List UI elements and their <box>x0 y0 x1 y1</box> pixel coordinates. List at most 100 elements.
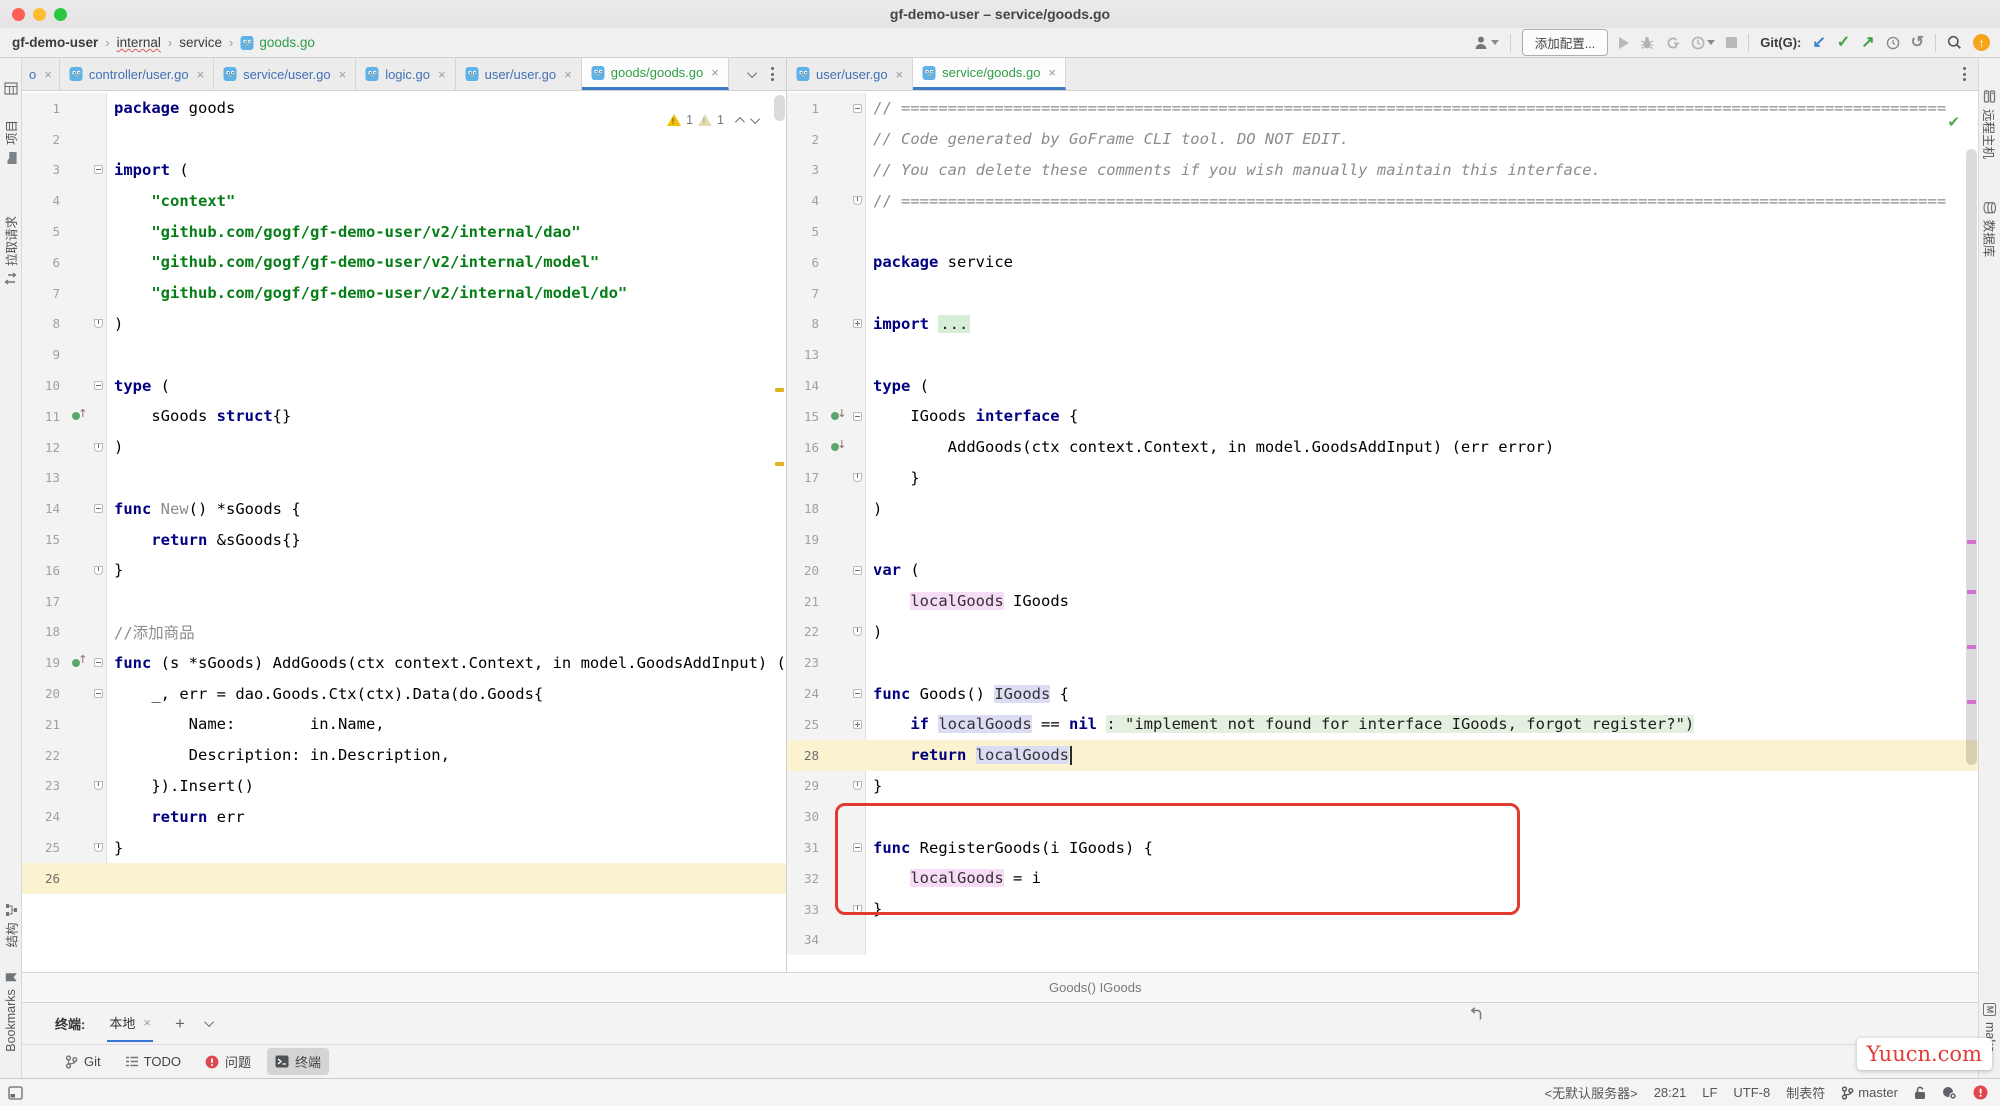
rollback-icon[interactable]: ↺ <box>1911 34 1924 51</box>
chevron-down-icon[interactable] <box>204 1017 214 1028</box>
code-text[interactable]: ) <box>107 315 786 333</box>
code-text[interactable]: sGoods struct{} <box>107 407 786 425</box>
fold-marker[interactable] <box>852 411 862 421</box>
code-line[interactable]: 15 ↓ IGoods interface { <box>787 400 1978 432</box>
git-commit-icon[interactable]: ✓ <box>1837 34 1850 51</box>
left-editor[interactable]: 1 package goods 2 3 import (4 "context" 5 "gi… <box>22 91 787 972</box>
code-line[interactable]: 22) <box>787 616 1978 648</box>
status-server[interactable]: <无默认服务器> <box>1545 1083 1638 1102</box>
code-line[interactable]: 17 } <box>787 462 1978 494</box>
changed-line-mark[interactable] <box>1967 700 1976 704</box>
line-number[interactable]: 20 <box>22 678 68 709</box>
code-line[interactable]: 26 <box>22 862 786 894</box>
fold-marker[interactable] <box>852 781 862 791</box>
code-line[interactable]: 23 <box>787 647 1978 679</box>
fold-marker[interactable] <box>852 319 862 329</box>
run-config-button[interactable]: 添加配置... <box>1521 29 1609 56</box>
line-number[interactable]: 15 <box>22 524 68 555</box>
line-number[interactable]: 4 <box>22 185 68 217</box>
code-line[interactable]: 1 // ====================================… <box>787 93 1978 124</box>
close-icon[interactable]: × <box>564 67 572 82</box>
next-problem-icon[interactable] <box>750 113 761 124</box>
code-line[interactable]: 21 localGoods IGoods <box>787 585 1978 617</box>
code-line[interactable]: 20 var ( <box>787 554 1978 586</box>
previous-problem-icon[interactable] <box>734 116 745 127</box>
code-text[interactable]: "github.com/gogf/gf-demo-user/v2/interna… <box>107 223 786 241</box>
debug-icon[interactable] <box>1640 36 1654 50</box>
fold-marker[interactable] <box>93 442 103 452</box>
code-line[interactable]: 5 "github.com/gogf/gf-demo-user/v2/inter… <box>22 216 786 247</box>
editor-tab[interactable]: service/goods.go × <box>913 58 1067 90</box>
error-indicator-icon[interactable] <box>1973 1085 1988 1100</box>
line-number[interactable]: 22 <box>22 739 68 771</box>
code-text[interactable]: ) <box>107 438 786 456</box>
status-indent[interactable]: 制表符 <box>1786 1083 1825 1102</box>
line-number[interactable]: 14 <box>787 370 827 401</box>
line-number[interactable]: 25 <box>22 832 68 863</box>
code-line[interactable]: 19 ↑ func (s *sGoods) AddGoods(ctx context… <box>22 647 786 679</box>
git-push-icon[interactable]: ↗ <box>1861 34 1874 51</box>
code-line[interactable]: 3 // You can delete these comments if you… <box>787 154 1978 186</box>
code-line[interactable]: 4 "context" <box>22 185 786 217</box>
code-line[interactable]: 14 func New() *sGoods { <box>22 493 786 525</box>
line-number[interactable]: 21 <box>787 585 827 617</box>
search-icon[interactable] <box>1947 35 1962 50</box>
code-line[interactable]: 33} <box>787 893 1978 925</box>
code-line[interactable]: 23 }).Insert() <box>22 770 786 802</box>
code-line[interactable]: 6 "github.com/gogf/gf-demo-user/v2/inter… <box>22 246 786 278</box>
code-text[interactable]: Name: in.Name, <box>107 715 786 733</box>
line-number[interactable]: 18 <box>787 493 827 525</box>
code-line[interactable]: 34 <box>787 924 1978 956</box>
code-text[interactable]: } <box>107 839 786 857</box>
changed-line-mark[interactable] <box>1967 590 1976 594</box>
code-text[interactable]: func (s *sGoods) AddGoods(ctx context.Co… <box>107 654 786 672</box>
code-line[interactable]: 7 <box>787 277 1978 309</box>
code-text[interactable]: // =====================================… <box>866 192 1978 210</box>
close-icon[interactable]: × <box>711 65 719 80</box>
code-line[interactable]: 3 import ( <box>22 154 786 186</box>
fold-marker[interactable] <box>93 565 103 575</box>
code-text[interactable]: Description: in.Description, <box>107 746 786 764</box>
right-editor[interactable]: 1 // ====================================… <box>787 91 1978 972</box>
code-text[interactable]: return err <box>107 808 786 826</box>
editor-tab[interactable]: service/user.go × <box>214 58 357 90</box>
line-number[interactable]: 17 <box>22 585 68 617</box>
line-number[interactable]: 28 <box>787 740 827 771</box>
code-line[interactable]: 5 <box>787 216 1978 247</box>
line-number[interactable]: 33 <box>787 893 827 925</box>
fold-marker[interactable] <box>852 473 862 483</box>
code-text[interactable]: // You can delete these comments if you … <box>866 161 1978 179</box>
code-text[interactable]: "github.com/gogf/gf-demo-user/v2/interna… <box>107 284 786 302</box>
line-number[interactable]: 5 <box>787 216 827 247</box>
code-text[interactable]: return localGoods <box>866 745 1978 765</box>
scrollbar-thumb[interactable] <box>774 95 785 121</box>
code-line[interactable]: 22 Description: in.Description, <box>22 739 786 771</box>
fold-marker[interactable] <box>852 627 862 637</box>
line-number[interactable]: 23 <box>22 770 68 802</box>
line-number[interactable]: 11 <box>22 400 68 432</box>
breadcrumb-file[interactable]: goods.go <box>240 35 315 51</box>
fold-marker[interactable] <box>93 689 103 699</box>
code-line[interactable]: 20 _, err = dao.Goods.Ctx(ctx).Data(do.G… <box>22 678 786 709</box>
line-number[interactable]: 8 <box>22 308 68 340</box>
line-number[interactable]: 16 <box>22 554 68 586</box>
line-number[interactable]: 7 <box>22 277 68 309</box>
status-line-ending[interactable]: LF <box>1702 1085 1717 1100</box>
changed-line-mark[interactable] <box>775 462 784 466</box>
editor-tab[interactable]: user/user.go × <box>455 58 582 90</box>
code-text[interactable]: return &sGoods{} <box>107 531 786 549</box>
line-number[interactable]: 14 <box>22 493 68 525</box>
code-line[interactable]: 12) <box>22 431 786 463</box>
code-line[interactable]: 8) <box>22 308 786 340</box>
code-line[interactable]: 14 type ( <box>787 370 1978 401</box>
line-number[interactable]: 3 <box>787 154 827 186</box>
line-number[interactable]: 15 <box>787 400 827 432</box>
code-line[interactable]: 13 <box>22 462 786 494</box>
code-line[interactable]: 2 <box>22 123 786 155</box>
fold-marker[interactable] <box>93 381 103 391</box>
code-text[interactable]: ) <box>866 500 1978 518</box>
terminal-tab-local[interactable]: 本地 × <box>107 1005 153 1042</box>
inspections-ok-icon[interactable]: ✔ <box>1947 113 1960 131</box>
line-number[interactable]: 18 <box>22 616 68 648</box>
line-number[interactable]: 2 <box>787 123 827 155</box>
